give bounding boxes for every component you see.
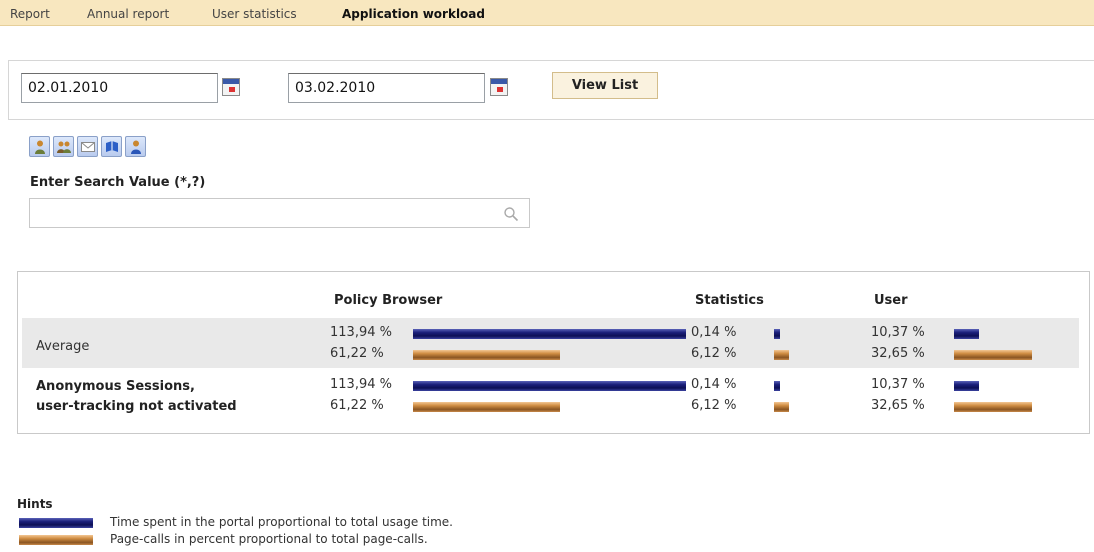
calls-legend-bar (19, 535, 93, 545)
search-box (29, 198, 530, 228)
hints-title: Hints (17, 497, 53, 511)
workload-table: Policy Browser Statistics User Average 1… (17, 271, 1090, 434)
hint-calls-text: Page-calls in percent proportional to to… (110, 532, 428, 546)
calls-bar (954, 350, 1032, 360)
calendar-icon[interactable] (490, 78, 508, 96)
time-legend-bar (19, 518, 93, 528)
calendar-icon[interactable] (222, 78, 240, 96)
time-bar (954, 329, 979, 339)
row-label-line: user-tracking not activated (36, 399, 237, 414)
column-header-statistics: Statistics (695, 293, 764, 308)
tab-report[interactable]: Report (10, 7, 50, 21)
time-percent: 0,14 % (691, 377, 737, 392)
row-label: Average (36, 339, 90, 354)
calls-bar (954, 402, 1032, 412)
date-from-input[interactable] (21, 73, 218, 103)
date-filter-panel: View List (8, 60, 1094, 120)
user-icon[interactable] (29, 136, 50, 157)
calls-bar (774, 350, 789, 360)
time-bar (954, 381, 979, 391)
calls-percent: 32,65 % (871, 346, 925, 361)
tab-user-statistics[interactable]: User statistics (212, 7, 297, 21)
envelope-icon[interactable] (77, 136, 98, 157)
hint-time-text: Time spent in the portal proportional to… (110, 515, 453, 529)
search-input[interactable] (34, 203, 494, 223)
time-percent: 10,37 % (871, 377, 925, 392)
row-label: Anonymous Sessions, user-tracking not ac… (36, 377, 237, 417)
calls-percent: 32,65 % (871, 398, 925, 413)
time-bar (774, 381, 780, 391)
table-row: Anonymous Sessions, user-tracking not ac… (22, 374, 1079, 424)
column-header-user: User (874, 293, 908, 308)
person-icon[interactable] (125, 136, 146, 157)
book-icon[interactable] (101, 136, 122, 157)
time-bar (774, 329, 780, 339)
time-bar (413, 381, 686, 391)
top-navigation: Report Annual report User statistics App… (0, 0, 1094, 26)
calls-percent: 61,22 % (330, 346, 384, 361)
time-bar (413, 329, 686, 339)
calls-bar (413, 350, 560, 360)
time-percent: 0,14 % (691, 325, 737, 340)
time-percent: 113,94 % (330, 377, 392, 392)
calls-bar (413, 402, 560, 412)
tab-annual-report[interactable]: Annual report (87, 7, 169, 21)
row-label-line: Anonymous Sessions, (36, 379, 195, 394)
calls-percent: 6,12 % (691, 398, 737, 413)
search-icon[interactable] (503, 206, 519, 225)
column-header-policy-browser: Policy Browser (334, 293, 443, 308)
date-to-input[interactable] (288, 73, 485, 103)
table-row: Average 113,94 % 61,22 % 0,14 % 6,12 % 1… (22, 318, 1079, 368)
tab-application-workload[interactable]: Application workload (342, 7, 485, 21)
calls-bar (774, 402, 789, 412)
users-group-icon[interactable] (53, 136, 74, 157)
time-percent: 113,94 % (330, 325, 392, 340)
time-percent: 10,37 % (871, 325, 925, 340)
calls-percent: 61,22 % (330, 398, 384, 413)
view-list-button[interactable]: View List (552, 72, 658, 99)
calls-percent: 6,12 % (691, 346, 737, 361)
search-label: Enter Search Value (*,?) (30, 175, 206, 190)
